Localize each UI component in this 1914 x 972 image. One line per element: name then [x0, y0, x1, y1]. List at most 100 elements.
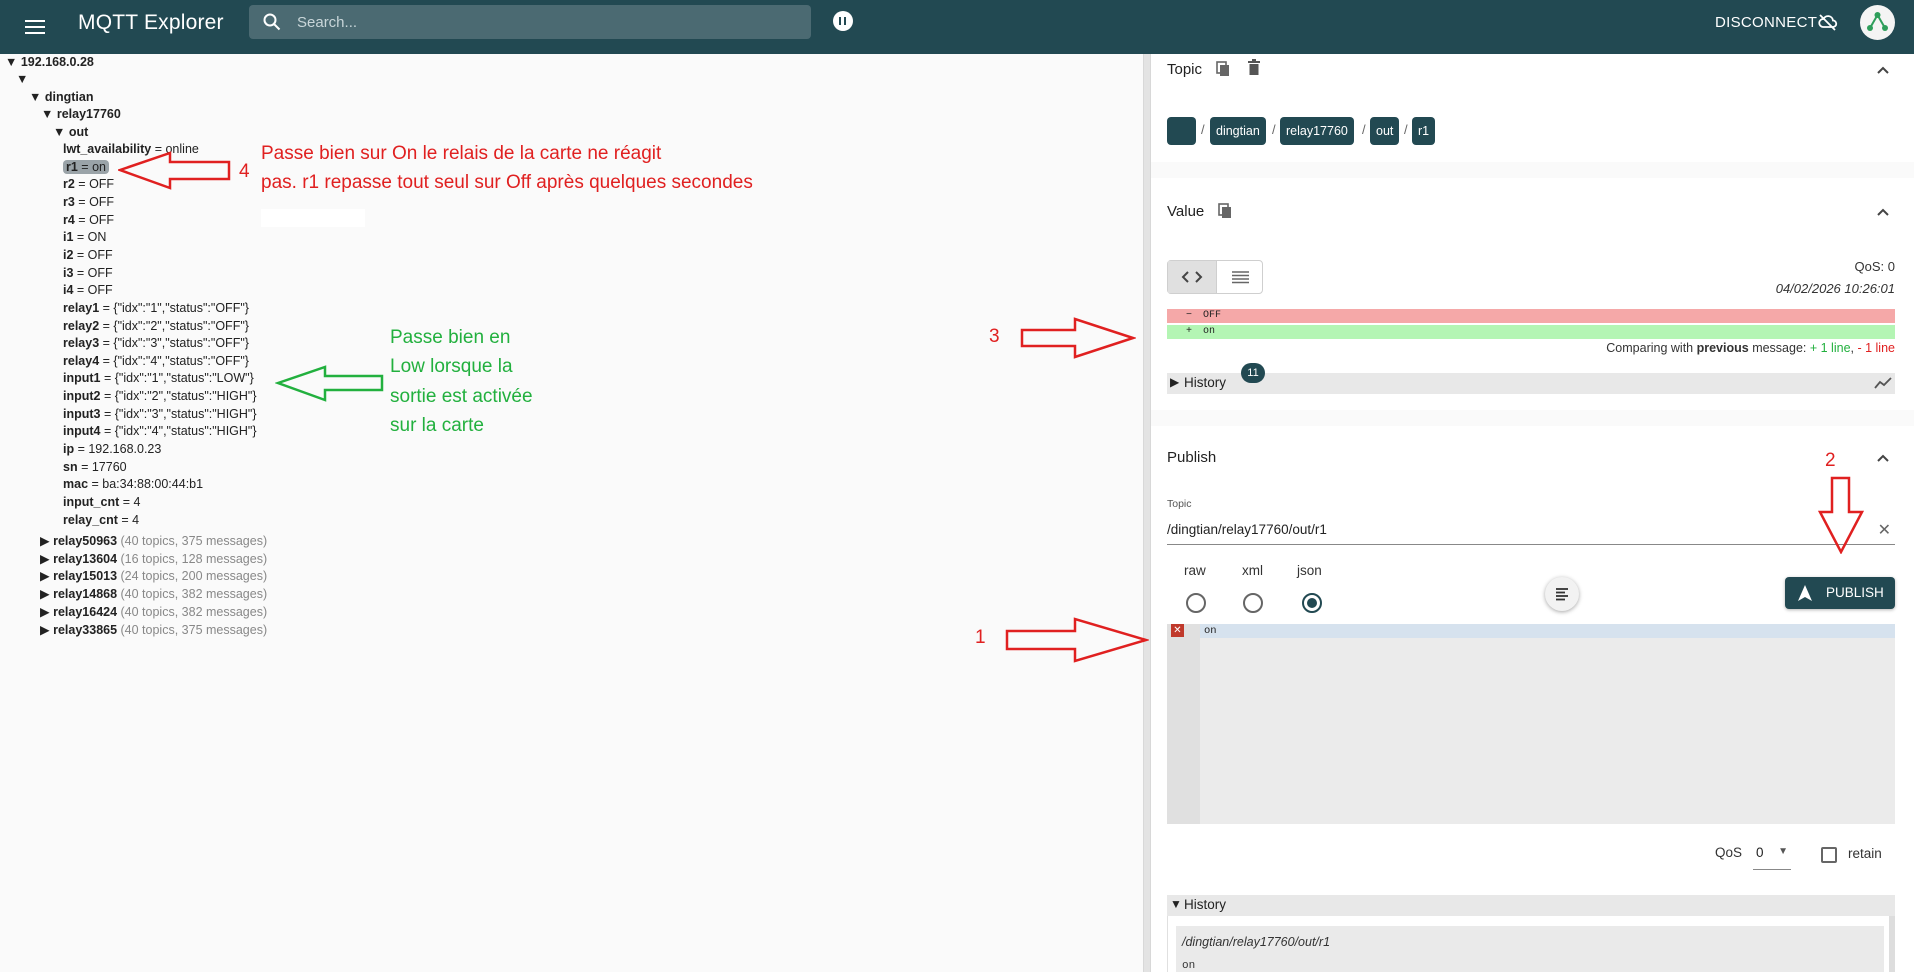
tree-node-relay14868[interactable]: ▶ relay14868 (40 topics, 382 messages): [40, 586, 267, 604]
qos-readout: QoS: 0: [1854, 259, 1895, 274]
tree-leaf-r4[interactable]: r4 = OFF: [63, 212, 114, 230]
search-input[interactable]: [297, 11, 797, 33]
breadcrumb-root[interactable]: [1167, 117, 1196, 145]
tree-leaf-ip[interactable]: ip = 192.168.0.23: [63, 441, 161, 459]
tree-leaf-i2[interactable]: i2 = OFF: [63, 247, 113, 265]
breadcrumb-sep: /: [1362, 122, 1366, 137]
qos-select[interactable]: 0 ▼: [1753, 838, 1791, 870]
format-raw-radio[interactable]: [1186, 593, 1206, 613]
tree-leaf-r2[interactable]: r2 = OFF: [63, 176, 114, 194]
breadcrumb-out[interactable]: out: [1370, 117, 1400, 145]
publish-button[interactable]: PUBLISH: [1785, 577, 1895, 609]
redaction-patch: [261, 209, 365, 227]
breadcrumb-r1[interactable]: r1: [1412, 117, 1436, 145]
format-align-icon: [1556, 588, 1568, 601]
tree-leaf-mac[interactable]: mac = ba:34:88:00:44:b1: [63, 476, 203, 494]
tree-leaf-i4[interactable]: i4 = OFF: [63, 282, 113, 300]
chevron-up-icon[interactable]: [1876, 207, 1890, 217]
breadcrumb-dingtian[interactable]: dingtian: [1210, 117, 1266, 145]
tree-node-host[interactable]: ▼ 192.168.0.28: [5, 54, 94, 72]
code-view-button[interactable]: [1168, 261, 1216, 293]
tree-leaf-relay1[interactable]: relay1 = {"idx":"1","status":"OFF"}: [63, 300, 249, 318]
tree-leaf-i3[interactable]: i3 = OFF: [63, 265, 113, 283]
message-timestamp: 04/02/2026 10:26:01: [1775, 281, 1895, 296]
publish-history-bar[interactable]: ▼ History: [1167, 895, 1895, 916]
publish-topic-label: Topic: [1167, 498, 1192, 510]
copy-value-icon[interactable]: [1218, 203, 1232, 219]
editor-text: on: [1204, 625, 1217, 637]
tree-node-relay13604[interactable]: ▶ relay13604 (16 topics, 128 messages): [40, 551, 267, 569]
payload-editor[interactable]: ✕ on: [1167, 624, 1895, 824]
scrollbar[interactable]: [1889, 916, 1895, 972]
menu-icon[interactable]: [23, 15, 47, 39]
clear-icon[interactable]: ✕: [1878, 520, 1891, 540]
breadcrumb-sep: /: [1201, 122, 1205, 137]
red-arrow-right-3: [1020, 317, 1136, 359]
search-box[interactable]: [249, 5, 811, 39]
tree-leaf-relay-cnt[interactable]: relay_cnt = 4: [63, 512, 139, 530]
selected-topic-highlight[interactable]: r1 = on: [63, 159, 109, 174]
format-json-radio[interactable]: [1302, 593, 1322, 613]
retain-checkbox[interactable]: [1821, 847, 1837, 863]
panel-splitter[interactable]: [1143, 54, 1151, 972]
publish-topic-field[interactable]: /dingtian/relay17760/out/r1 ✕: [1167, 513, 1895, 545]
tree-node-out[interactable]: ▼ out: [53, 124, 88, 142]
diff-removed-line: − OFF: [1167, 309, 1895, 323]
tree-leaf-input2[interactable]: input2 = {"idx":"2","status":"HIGH"}: [63, 388, 257, 406]
tree-leaf-input1[interactable]: input1 = {"idx":"1","status":"LOW"}: [63, 370, 254, 388]
tree-leaf-r3[interactable]: r3 = OFF: [63, 194, 114, 212]
copy-icon[interactable]: [1216, 61, 1230, 77]
error-icon: ✕: [1171, 624, 1184, 637]
publish-topic-value: /dingtian/relay17760/out/r1: [1167, 522, 1327, 537]
topic-panel: [1151, 54, 1914, 162]
tree-node-relay50963[interactable]: ▶ relay50963 (40 topics, 375 messages): [40, 533, 267, 551]
history-entry[interactable]: /dingtian/relay17760/out/r1 on: [1176, 926, 1884, 972]
format-json-button[interactable]: [1545, 577, 1579, 611]
format-xml-label: xml: [1242, 563, 1263, 578]
tree-node-root[interactable]: ▼: [16, 71, 28, 89]
tree-leaf-sn[interactable]: sn = 17760: [63, 459, 127, 477]
annotation-green-line4: sur la carte: [390, 415, 484, 436]
annotation-green-line1: Passe bien en: [390, 327, 511, 348]
tree-leaf-relay2[interactable]: relay2 = {"idx":"2","status":"OFF"}: [63, 318, 249, 336]
avatar[interactable]: [1860, 5, 1895, 40]
compare-text: Comparing with previous message: + 1 lin…: [1606, 341, 1895, 355]
chart-icon[interactable]: [1874, 376, 1892, 390]
connection-icon: [1867, 12, 1888, 31]
delete-icon[interactable]: [1247, 59, 1261, 76]
disconnect-button[interactable]: DISCONNECT: [1715, 14, 1817, 31]
tree-node-dingtian[interactable]: ▼ dingtian: [29, 89, 93, 107]
diff-plus: +: [1186, 326, 1193, 337]
annotation-green-line2: Low lorsque la: [390, 356, 513, 377]
qos-label: QoS: [1715, 845, 1743, 860]
value-history-bar[interactable]: ▶ History: [1167, 373, 1895, 394]
tree-node-relay33865[interactable]: ▶ relay33865 (40 topics, 375 messages): [40, 622, 267, 640]
annotation-number-1: 1: [975, 627, 986, 648]
tree-node-relay15013[interactable]: ▶ relay15013 (24 topics, 200 messages): [40, 568, 267, 586]
publish-history-list: /dingtian/relay17760/out/r1 on: [1167, 916, 1895, 972]
tree-leaf-r1[interactable]: r1 = on: [63, 159, 109, 177]
raw-view-button[interactable]: [1216, 261, 1263, 293]
annotation-number-4: 4: [239, 161, 250, 182]
tree-leaf-relay4[interactable]: relay4 = {"idx":"4","status":"OFF"}: [63, 353, 249, 371]
annotation-4-line2: pas. r1 repasse tout seul sur Off après …: [261, 172, 753, 193]
annotation-number-2: 2: [1825, 450, 1836, 471]
format-json-label: json: [1297, 563, 1322, 578]
tree-leaf-input-cnt[interactable]: input_cnt = 4: [63, 494, 140, 512]
tree-node-relay17760[interactable]: ▼ relay17760: [41, 106, 121, 124]
format-xml-radio[interactable]: [1243, 593, 1263, 613]
send-icon: [1798, 585, 1812, 601]
publish-title: Publish: [1167, 449, 1217, 466]
tree-leaf-input4[interactable]: input4 = {"idx":"4","status":"HIGH"}: [63, 423, 257, 441]
cloud-off-icon[interactable]: [1818, 13, 1838, 31]
chevron-up-icon[interactable]: [1876, 65, 1890, 75]
breadcrumb-relay17760[interactable]: relay17760: [1280, 117, 1354, 145]
editor-gutter: ✕: [1167, 624, 1200, 824]
tree-leaf-relay3[interactable]: relay3 = {"idx":"3","status":"OFF"}: [63, 335, 249, 353]
tree-node-relay16424[interactable]: ▶ relay16424 (40 topics, 382 messages): [40, 604, 267, 622]
tree-leaf-i1[interactable]: i1 = ON: [63, 229, 106, 247]
tree-leaf-input3[interactable]: input3 = {"idx":"3","status":"HIGH"}: [63, 406, 257, 424]
annotation-4-line1: Passe bien sur On le relais de la carte …: [261, 143, 662, 164]
chevron-up-icon[interactable]: [1876, 453, 1890, 463]
pause-icon[interactable]: [833, 11, 853, 31]
